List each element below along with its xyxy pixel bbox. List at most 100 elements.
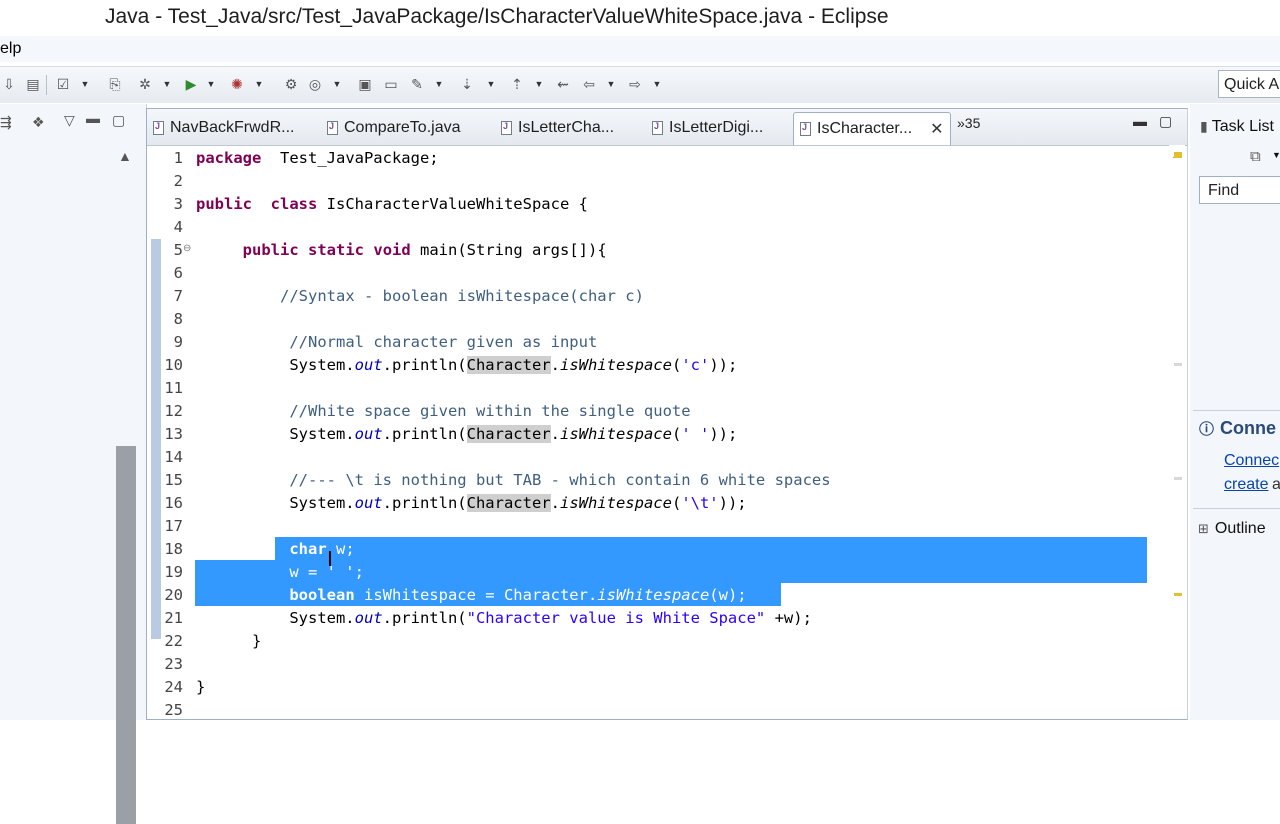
code-line[interactable]: 18 char w; <box>147 538 1147 561</box>
chevron-down-icon[interactable]: ▼ <box>534 75 544 93</box>
code-line[interactable]: 11 <box>147 377 1147 400</box>
maximize-icon[interactable]: ▢ <box>1159 113 1172 130</box>
occurrence-marker[interactable] <box>1174 477 1182 480</box>
code-line[interactable]: 1 package Test_JavaPackage; <box>147 147 1147 170</box>
code-line[interactable]: 10 System.out.println(Character.isWhites… <box>147 354 1147 377</box>
code-line[interactable]: 17 <box>147 515 1147 538</box>
tab-overflow-button[interactable]: »35 <box>957 115 980 131</box>
code-line[interactable]: 20 boolean isWhitespace = Character.isWh… <box>147 584 1147 607</box>
code-line[interactable]: 6 <box>147 262 1147 285</box>
tab-ischaracter[interactable]: IsCharacter... ✕ <box>793 112 951 145</box>
code-line[interactable]: 7 //Syntax - boolean isWhitespace(char c… <box>147 285 1147 308</box>
chevron-down-icon[interactable]: ▼ <box>254 75 264 93</box>
code-line[interactable]: 16 System.out.println(Character.isWhites… <box>147 492 1147 515</box>
warning-marker[interactable] <box>1174 152 1182 158</box>
line-number: 14 <box>164 448 183 466</box>
debug-icon[interactable]: ✲ <box>136 75 154 93</box>
next-annotation-icon[interactable]: ⇣ <box>458 75 476 93</box>
code-text: System.out.println("Character value is W… <box>196 609 812 627</box>
overview-ruler[interactable]: ▲ <box>1169 145 1185 719</box>
back-icon[interactable]: ⇦ <box>580 75 598 93</box>
chevron-down-icon[interactable]: ▼ <box>434 75 444 93</box>
code-line[interactable]: 24} <box>147 676 1147 699</box>
chevron-down-icon[interactable]: ▼ <box>606 75 616 93</box>
line-number: 24 <box>164 678 183 696</box>
outline-tab[interactable]: ⊞ Outline <box>1198 520 1266 538</box>
new-class-icon[interactable]: ◎ <box>306 75 324 93</box>
find-input[interactable]: Find <box>1199 176 1280 204</box>
open-task-icon[interactable]: ▭ <box>382 75 400 93</box>
code-line[interactable]: 8 <box>147 308 1147 331</box>
code-line[interactable]: 22 } <box>147 630 1147 653</box>
line-number: 9 <box>173 333 183 351</box>
code-line[interactable]: 13 System.out.println(Character.isWhites… <box>147 423 1147 446</box>
minimize-icon[interactable]: ▬ <box>1133 113 1147 129</box>
toolbar-separator <box>46 75 47 95</box>
previous-annotation-icon[interactable]: ⇡ <box>508 75 526 93</box>
open-type-icon[interactable]: ▣ <box>356 75 374 93</box>
view-menu-icon[interactable]: ▽ <box>64 112 75 129</box>
chevron-down-icon[interactable]: ▼ <box>206 75 216 93</box>
occurrence-marker[interactable] <box>1174 363 1182 366</box>
menu-help[interactable]: elp <box>0 40 21 58</box>
close-icon[interactable]: ✕ <box>930 119 943 139</box>
chevron-down-icon[interactable]: ▼ <box>1272 150 1280 160</box>
line-number: 16 <box>164 494 183 512</box>
chevron-down-icon[interactable]: ▼ <box>486 75 496 93</box>
create-suffix-text: a <box>1272 476 1280 493</box>
chevron-down-icon[interactable]: ▼ <box>162 75 172 93</box>
code-line[interactable]: 2 <box>147 170 1147 193</box>
chevron-down-icon[interactable]: ▼ <box>332 75 342 93</box>
save-icon[interactable]: ⇩ <box>0 75 18 93</box>
code-line[interactable]: 25 <box>147 699 1147 722</box>
external-tools-icon[interactable]: ✺ <box>228 75 246 93</box>
line-number: 2 <box>173 172 183 190</box>
create-link[interactable]: create <box>1224 476 1268 494</box>
code-line[interactable]: 19 w = ' '; <box>147 561 1147 584</box>
chevron-down-icon[interactable]: ▼ <box>652 75 662 93</box>
warning-marker[interactable] <box>1174 593 1182 596</box>
java-file-icon <box>153 121 164 135</box>
maximize-icon[interactable]: ▢ <box>112 112 125 129</box>
line-number: 1 <box>173 149 183 167</box>
focus-icon[interactable]: ❖ <box>32 114 45 131</box>
line-number: 4 <box>173 218 183 236</box>
code-line[interactable]: 23 <box>147 653 1147 676</box>
build-icon[interactable]: ⎘ <box>106 75 124 93</box>
code-line[interactable]: 3 public class IsCharacterValueWhiteSpace… <box>147 193 1147 216</box>
code-line[interactable]: 4 <box>147 216 1147 239</box>
code-line[interactable]: 12 //White space given within the single… <box>147 400 1147 423</box>
minimize-icon[interactable]: ▬ <box>86 110 100 126</box>
package-explorer-pane: ⇶ ❖ ▽ ▬ ▢ ▲ <box>0 104 147 824</box>
code-line[interactable]: 5 public static void main(String args[])… <box>147 239 1147 262</box>
line-number: 18 <box>164 540 183 558</box>
last-edit-location-icon[interactable]: ⇜ <box>554 75 572 93</box>
tab-navbackfrwd[interactable]: NavBackFrwdR... <box>153 113 294 143</box>
code-area[interactable]: ⊖ 1 package Test_JavaPackage; 2 3 public cla… <box>147 145 1187 719</box>
editor-tabs: NavBackFrwdR... CompareTo.java IsLetterC… <box>147 109 1187 146</box>
code-text: boolean isWhitespace = Character.isWhite… <box>289 586 747 604</box>
new-java-project-icon[interactable]: ⚙ <box>282 75 300 93</box>
save-all-icon[interactable]: ▤ <box>24 75 42 93</box>
link-with-editor-icon[interactable]: ⇶ <box>0 114 12 131</box>
tab-isletterdigi[interactable]: IsLetterDigi... <box>652 113 763 143</box>
forward-icon[interactable]: ⇨ <box>626 75 644 93</box>
code-line[interactable]: 21 System.out.println("Character value i… <box>147 607 1147 630</box>
task-list-tab[interactable]: ▮ Task List <box>1200 118 1274 136</box>
scroll-up-icon[interactable]: ▲ <box>118 148 132 164</box>
tab-label: IsLetterCha... <box>518 119 615 136</box>
tab-label: IsLetterDigi... <box>669 119 764 136</box>
chevron-down-icon[interactable]: ▼ <box>80 75 90 93</box>
checklist-icon[interactable]: ☑ <box>54 75 72 93</box>
code-line[interactable]: 15 //--- \t is nothing but TAB - which c… <box>147 469 1147 492</box>
scrollbar-thumb[interactable] <box>116 446 136 824</box>
tab-compareto[interactable]: CompareTo.java <box>327 113 461 143</box>
quick-access-input[interactable]: Quick A <box>1218 70 1280 98</box>
connect-link[interactable]: Connec <box>1224 452 1279 470</box>
code-line[interactable]: 9 //Normal character given as input <box>147 331 1147 354</box>
run-icon[interactable]: ▶ <box>182 75 200 93</box>
search-icon[interactable]: ✎ <box>408 75 426 93</box>
new-task-icon[interactable]: ⧉ <box>1250 148 1261 165</box>
code-line[interactable]: 14 <box>147 446 1147 469</box>
tab-islettercha[interactable]: IsLetterCha... <box>501 113 614 143</box>
